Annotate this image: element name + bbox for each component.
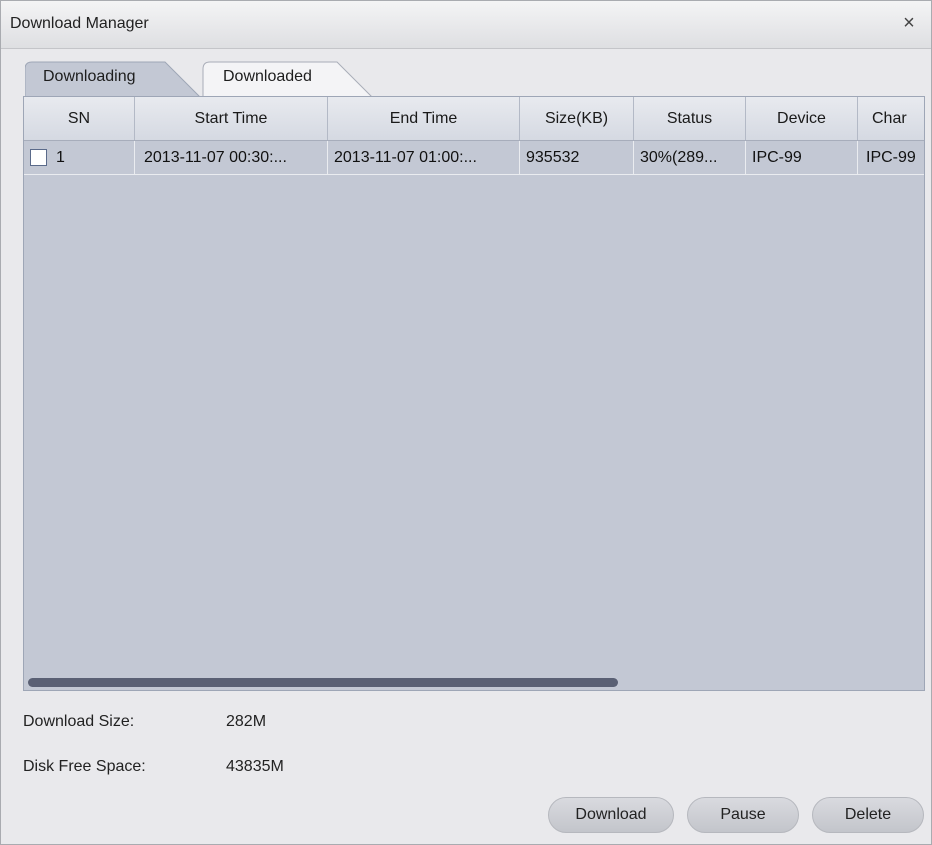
horizontal-scrollbar[interactable] bbox=[24, 678, 924, 690]
download-table: SN Start Time End Time Size(KB) Status D… bbox=[23, 96, 925, 691]
download-button[interactable]: Download bbox=[548, 797, 674, 833]
column-header-device[interactable]: Device bbox=[746, 97, 858, 140]
window-title: Download Manager bbox=[10, 15, 149, 32]
column-header-size[interactable]: Size(KB) bbox=[520, 97, 634, 140]
download-manager-window: Download Manager × Downloaded Downloadin… bbox=[0, 0, 932, 845]
cell-device: IPC-99 bbox=[746, 141, 858, 174]
cell-size: 935532 bbox=[520, 141, 634, 174]
table-header: SN Start Time End Time Size(KB) Status D… bbox=[24, 97, 924, 141]
download-size-label: Download Size: bbox=[23, 713, 135, 730]
cell-channel: IPC-99 bbox=[866, 149, 916, 166]
cell-sn: 1 bbox=[24, 141, 135, 174]
pause-button[interactable]: Pause bbox=[687, 797, 799, 833]
title-bar[interactable]: Download Manager × bbox=[1, 1, 931, 49]
close-icon[interactable]: × bbox=[897, 11, 921, 35]
cell-end-time: 2013-11-07 01:00:... bbox=[328, 141, 520, 174]
delete-button[interactable]: Delete bbox=[812, 797, 924, 833]
tab-downloading[interactable]: Downloading bbox=[25, 61, 205, 97]
row-sn: 1 bbox=[56, 149, 65, 166]
column-header-sn[interactable]: SN bbox=[24, 97, 135, 140]
column-header-end-time[interactable]: End Time bbox=[328, 97, 520, 140]
scrollbar-thumb[interactable] bbox=[28, 678, 618, 687]
column-header-channel[interactable]: Char bbox=[858, 97, 924, 140]
tab-downloading-label: Downloading bbox=[43, 68, 136, 85]
tab-downloaded[interactable]: Downloaded bbox=[197, 61, 377, 97]
cell-start-time: 2013-11-07 00:30:... bbox=[135, 141, 328, 174]
download-size-value: 282M bbox=[226, 713, 267, 730]
tab-downloaded-label: Downloaded bbox=[223, 68, 312, 85]
disk-free-space-label: Disk Free Space: bbox=[23, 758, 146, 775]
cell-status: 30%(289... bbox=[634, 141, 746, 174]
disk-free-space-value: 43835M bbox=[226, 758, 284, 775]
column-header-status[interactable]: Status bbox=[634, 97, 746, 140]
column-header-start-time[interactable]: Start Time bbox=[135, 97, 328, 140]
row-checkbox[interactable] bbox=[30, 149, 47, 166]
table-row[interactable]: 1 2013-11-07 00:30:... 2013-11-07 01:00:… bbox=[24, 141, 924, 175]
